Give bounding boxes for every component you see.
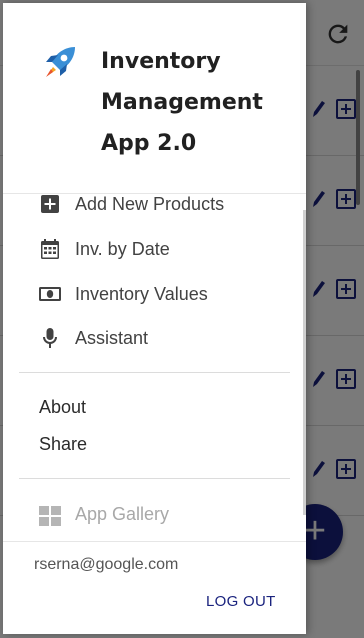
- logout-button[interactable]: LOG OUT: [206, 593, 276, 610]
- divider: [19, 372, 290, 373]
- menu-item-app-gallery[interactable]: App Gallery: [3, 496, 306, 536]
- menu-item-label: Add New Products: [75, 193, 225, 214]
- navigation-drawer: Inventory Management App 2.0 Add New Pro…: [3, 3, 306, 634]
- menu-item-inv-by-date[interactable]: Inv. by Date: [3, 227, 306, 271]
- calendar-icon: [39, 238, 61, 260]
- divider: [19, 478, 290, 479]
- drawer-header: Inventory Management App 2.0: [3, 3, 306, 194]
- menu-item-share[interactable]: Share: [39, 434, 87, 455]
- account-email: rserna@google.com: [34, 556, 179, 573]
- drawer-footer: rserna@google.com LOG OUT: [3, 541, 306, 634]
- menu-item-label: Assistant: [75, 327, 149, 348]
- app-title: Inventory Management App 2.0: [101, 49, 263, 156]
- menu-item-label: Inventory Values: [75, 283, 208, 304]
- money-icon: [39, 283, 61, 305]
- menu-item-label: App Gallery: [75, 504, 170, 524]
- rocket-icon: [46, 47, 75, 77]
- menu-item-add-new-products[interactable]: Add New Products: [3, 182, 306, 226]
- menu-item-inventory-values[interactable]: Inventory Values: [3, 272, 306, 316]
- grid-icon: [39, 505, 61, 527]
- menu-item-assistant[interactable]: Assistant: [3, 316, 306, 360]
- menu-item-about[interactable]: About: [39, 397, 86, 418]
- microphone-icon: [39, 327, 61, 349]
- add-box-icon: [39, 193, 61, 215]
- menu-item-label: Inv. by Date: [75, 238, 170, 259]
